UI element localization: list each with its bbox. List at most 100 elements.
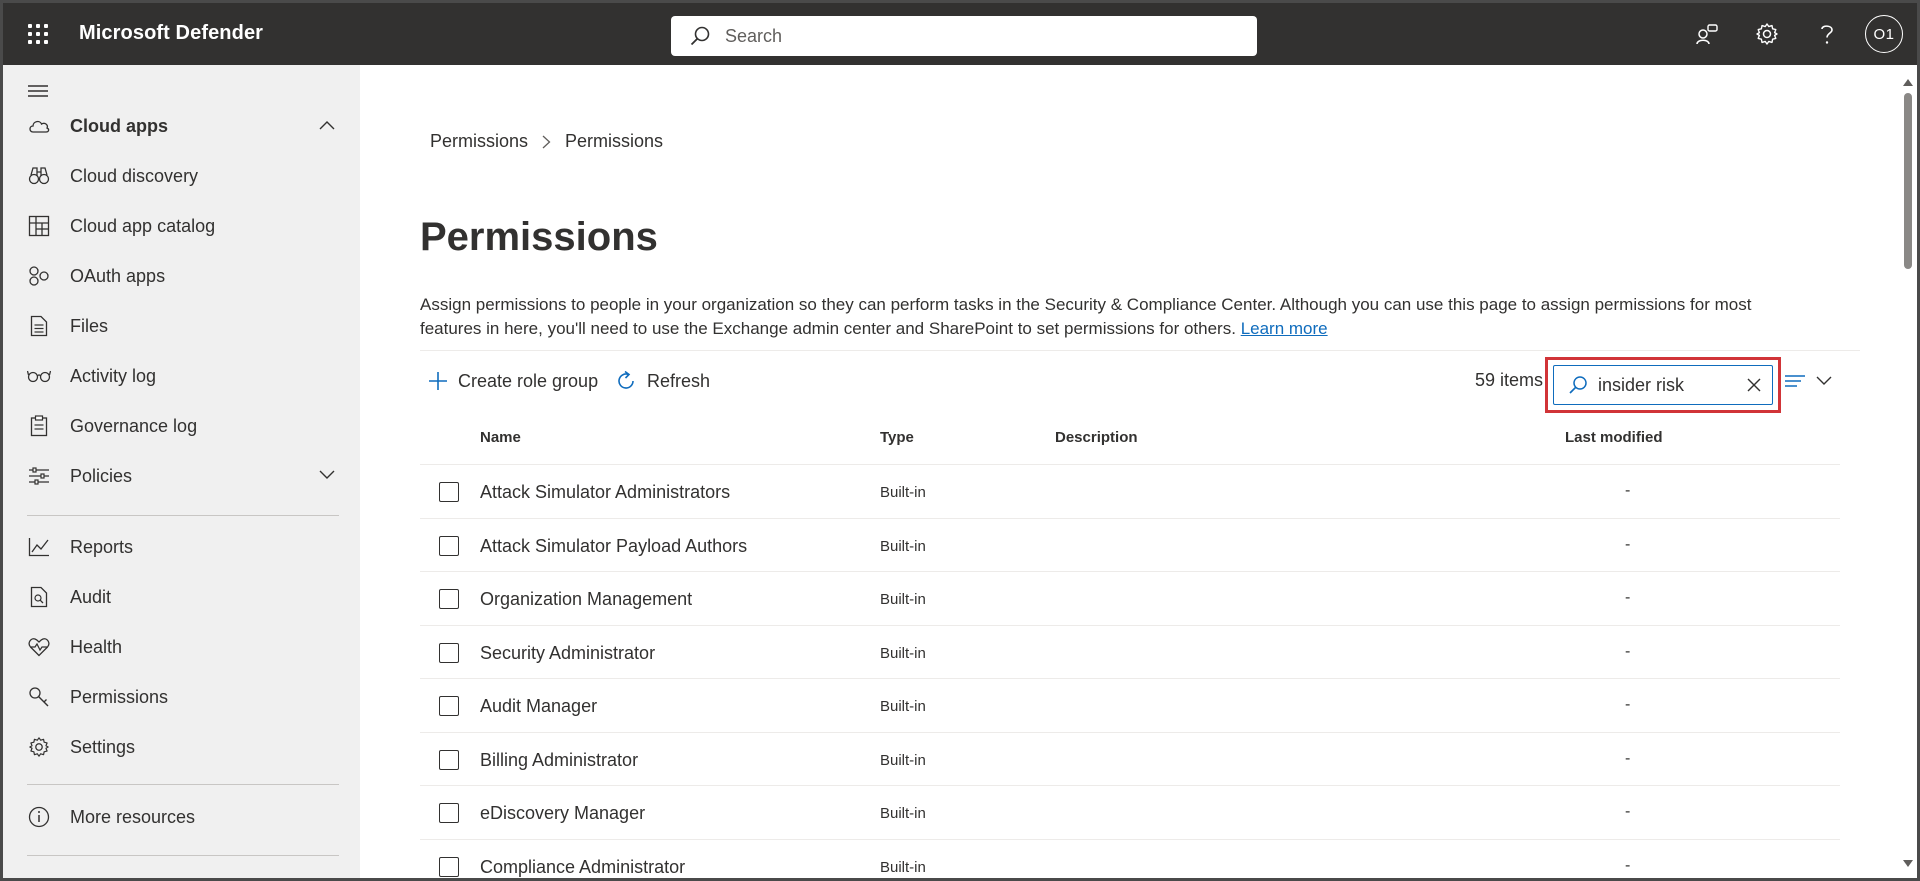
table-row[interactable]: eDiscovery Manager Built-in - [420,785,1840,839]
sidebar-item-label: Cloud discovery [70,165,199,186]
row-checkbox[interactable] [439,750,459,770]
top-icons: O1 [1677,3,1917,65]
sidebar-item-label: Permissions [70,686,169,707]
column-header-last-modified[interactable]: Last modified [1565,429,1663,446]
help-button[interactable] [1797,3,1857,65]
sidebar-item-label: Activity log [70,365,157,386]
gear-icon [1756,23,1778,45]
sidebar-item-health[interactable]: Health [3,625,360,669]
oauth-icon [27,264,51,288]
row-type: Built-in [880,591,926,608]
sidebar-divider [27,855,339,856]
breadcrumb: Permissions Permissions [430,131,663,152]
scroll-up-icon[interactable] [1903,73,1913,91]
sidebar-item-cloud-discovery[interactable]: Cloud discovery [3,154,360,198]
items-count: 59 items [1475,370,1544,390]
global-search[interactable] [671,16,1257,56]
column-header-name[interactable]: Name [480,429,521,446]
table-row[interactable]: Attack Simulator Administrators Built-in… [420,464,1840,518]
sidebar-item-activity-log[interactable]: Activity log [3,354,360,398]
chevron-up-icon [319,117,335,135]
sidebar-item-label: Policies [70,465,133,486]
row-name[interactable]: Attack Simulator Payload Authors [480,536,747,557]
sidebar-item-policies[interactable]: Policies [3,454,360,498]
vertical-scrollbar[interactable] [1899,65,1917,878]
scroll-down-icon[interactable] [1903,854,1913,872]
app-launcher-button[interactable] [3,3,73,65]
table-row[interactable]: Security Administrator Built-in - [420,625,1840,679]
info-icon [27,805,51,829]
community-icon [1696,24,1718,45]
row-name[interactable]: Attack Simulator Administrators [480,482,730,503]
description-text: Assign permissions to people in your org… [420,295,1752,338]
chevron-down-icon [1816,376,1832,385]
sidebar-item-label: Cloud app catalog [70,215,216,236]
row-checkbox[interactable] [439,482,459,502]
column-header-description[interactable]: Description [1055,429,1138,446]
sidebar-item-governance-log[interactable]: Governance log [3,404,360,448]
row-name[interactable]: Security Administrator [480,643,655,664]
list-view-icon [1785,375,1805,387]
plus-icon [429,372,447,390]
row-last-modified: - [1625,750,1631,767]
filter-input[interactable] [1598,374,1738,396]
row-last-modified: - [1625,643,1631,660]
row-name[interactable]: Audit Manager [480,696,597,717]
community-button[interactable] [1677,3,1737,65]
sidebar-item-label: Reports [70,536,134,557]
breadcrumb-item: Permissions [565,131,664,151]
collapse-nav-button[interactable] [27,83,49,104]
table-row[interactable]: Organization Management Built-in - [420,571,1840,625]
table-row[interactable]: Attack Simulator Payload Authors Built-i… [420,518,1840,572]
row-last-modified: - [1625,482,1631,499]
scroll-thumb[interactable] [1904,93,1912,269]
filter-search-box[interactable] [1553,365,1773,405]
row-checkbox[interactable] [439,803,459,823]
audit-icon [27,585,51,609]
row-name[interactable]: eDiscovery Manager [480,803,645,824]
search-icon [1569,376,1587,394]
sidebar-item-label: Health [70,636,123,657]
row-name[interactable]: Billing Administrator [480,750,638,771]
refresh-button[interactable]: Refresh [615,363,710,399]
row-checkbox[interactable] [439,857,459,877]
app-title: Microsoft Defender [79,22,264,44]
row-checkbox[interactable] [439,696,459,716]
column-header-type[interactable]: Type [880,429,914,446]
sidebar-item-audit[interactable]: Audit [3,575,360,619]
page-description: Assign permissions to people in your org… [420,293,1810,341]
sidebar-item-more-resources[interactable]: More resources [3,795,360,839]
row-checkbox[interactable] [439,536,459,556]
table-row[interactable]: Audit Manager Built-in - [420,678,1840,732]
help-icon [1821,25,1833,44]
key-icon [27,685,51,709]
table-row[interactable]: Billing Administrator Built-in - [420,732,1840,786]
learn-more-link[interactable]: Learn more [1241,319,1328,338]
sidebar-item-settings[interactable]: Settings [3,725,360,769]
create-role-group-label: Create role group [458,370,599,391]
settings-button[interactable] [1737,3,1797,65]
sidebar-item-reports[interactable]: Reports [3,525,360,569]
chevron-down-icon [319,467,335,485]
search-input[interactable] [725,25,1205,47]
sidebar-item-cloud-app-catalog[interactable]: Cloud app catalog [3,204,360,248]
sidebar-item-label: OAuth apps [70,265,166,286]
sidebar-item-cloud-apps[interactable]: Cloud apps [3,104,360,148]
row-name[interactable]: Compliance Administrator [480,857,685,878]
clear-icon[interactable] [1746,377,1762,398]
row-checkbox[interactable] [439,589,459,609]
sidebar-item-label: Cloud apps [70,115,168,136]
view-options-button[interactable] [1784,363,1832,399]
breadcrumb-item[interactable]: Permissions [430,131,528,152]
table-row[interactable]: Compliance Administrator Built-in - [420,839,1840,878]
sidebar-item-files[interactable]: Files [3,304,360,348]
gear-icon [27,735,51,759]
row-type: Built-in [880,538,926,555]
avatar[interactable]: O1 [1865,15,1903,53]
sidebar-item-permissions[interactable]: Permissions [3,675,360,719]
sidebar-divider [27,515,339,516]
create-role-group-button[interactable]: Create role group [428,363,598,399]
sidebar-item-oauth-apps[interactable]: OAuth apps [3,254,360,298]
row-name[interactable]: Organization Management [480,589,692,610]
row-checkbox[interactable] [439,643,459,663]
